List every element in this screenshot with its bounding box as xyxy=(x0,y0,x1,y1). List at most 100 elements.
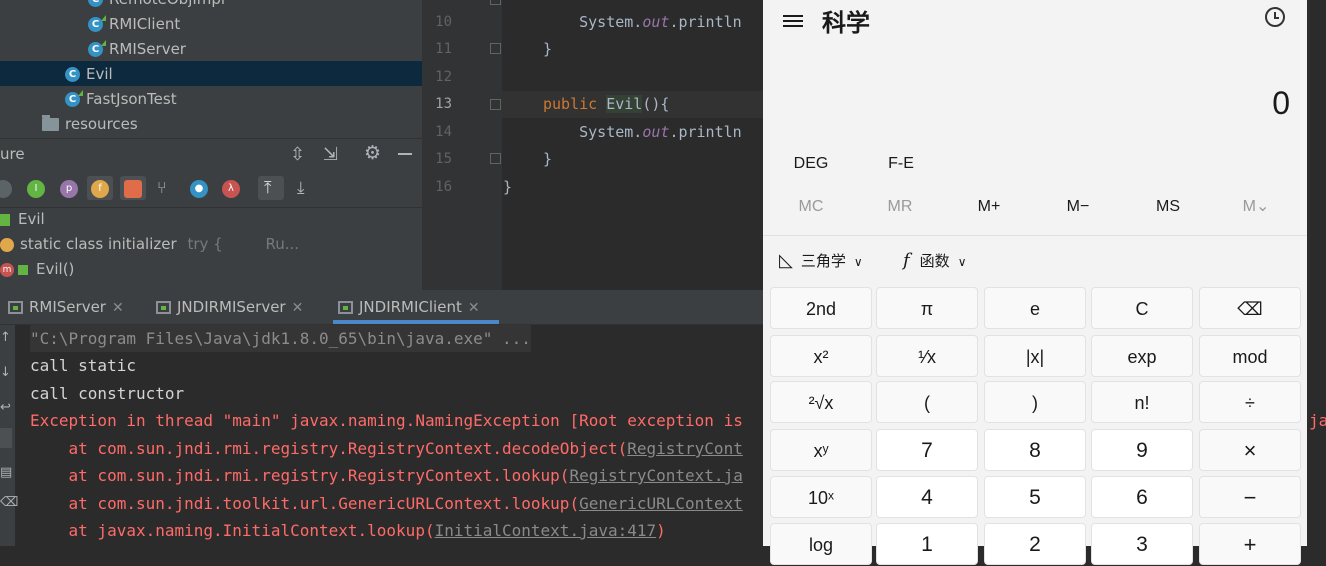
pi-button[interactable]: π xyxy=(876,287,978,329)
scroll-up-icon: ⤒ xyxy=(264,178,272,198)
tree-item-evil[interactable]: C Evil xyxy=(65,62,113,87)
digit-6-button[interactable]: 6 xyxy=(1091,476,1193,518)
source-link[interactable]: RegistryCont xyxy=(627,439,743,458)
scroll-end-toggle[interactable] xyxy=(0,428,12,448)
tree-item-resources[interactable]: resources xyxy=(42,112,138,137)
sort-icon[interactable] xyxy=(0,180,12,198)
structure-item-constructor[interactable]: m Evil() xyxy=(0,257,74,282)
structure-item-static-init[interactable]: static class initializer try { Ru... xyxy=(0,232,299,257)
line-number: 11 xyxy=(435,41,452,57)
digit-8-button[interactable]: 8 xyxy=(984,429,1086,471)
square-button[interactable]: x² xyxy=(770,335,872,377)
close-icon[interactable]: ✕ xyxy=(468,300,480,316)
digit-3-button[interactable]: 3 xyxy=(1091,523,1193,565)
tab-rmiserver[interactable]: RMIServer ✕ xyxy=(8,290,124,324)
properties-icon[interactable]: p xyxy=(60,180,78,198)
log-button[interactable]: log xyxy=(770,523,872,565)
divide-button[interactable]: ÷ xyxy=(1199,381,1301,423)
memory-add-button[interactable]: M+ xyxy=(949,195,1029,219)
digit-1-button[interactable]: 1 xyxy=(876,523,978,565)
close-paren-button[interactable]: ) xyxy=(984,381,1086,423)
anonymous-icon[interactable]: ● xyxy=(190,180,208,198)
power-button[interactable]: xʸ xyxy=(770,429,872,471)
function-dropdown[interactable]: f 函数 ∨ xyxy=(903,250,966,271)
source-link[interactable]: GenericURLContext xyxy=(579,494,743,513)
fold-marker[interactable] xyxy=(490,43,501,54)
print-icon[interactable]: ▤ xyxy=(0,465,12,480)
tree-item-rmiserver[interactable]: C RMIServer xyxy=(88,37,186,62)
up-icon[interactable]: ↑ xyxy=(0,330,11,345)
collapse-all-icon[interactable]: ⇲ xyxy=(323,144,338,165)
console-command-line: "C:\Program Files\Java\jdk1.8.0_65\bin\j… xyxy=(30,325,531,352)
trash-icon[interactable]: ⌫ xyxy=(0,495,18,510)
public-icon xyxy=(18,264,28,275)
memory-list-button[interactable]: M⌄ xyxy=(1216,195,1296,219)
hamburger-menu-icon[interactable] xyxy=(783,12,803,30)
multiply-button[interactable]: × xyxy=(1199,429,1301,471)
open-paren-button[interactable]: ( xyxy=(876,381,978,423)
fold-marker[interactable] xyxy=(490,0,501,5)
source-link[interactable]: RegistryContext.ja xyxy=(569,466,742,485)
second-function-button[interactable]: 2nd xyxy=(770,287,872,329)
digit-2-button[interactable]: 2 xyxy=(984,523,1086,565)
structure-item-evil[interactable]: Evil xyxy=(0,207,45,232)
tree-item-remoteobjimpl[interactable]: CRemoteObjImpl xyxy=(88,0,225,12)
class-icon: C xyxy=(65,90,83,107)
digit-4-button[interactable]: 4 xyxy=(876,476,978,518)
method-icon: m xyxy=(0,262,14,277)
project-tree-panel: CRemoteObjImpl CRMIClient CRMIServer CEv… xyxy=(0,0,422,138)
digit-5-button[interactable]: 5 xyxy=(984,476,1086,518)
class-icon: C xyxy=(88,15,106,32)
tree-item-rmiclient[interactable]: C RMIClient xyxy=(88,12,180,37)
initializer-icon xyxy=(0,237,14,252)
function-icon: f xyxy=(903,250,910,271)
lambda-icon[interactable]: λ xyxy=(222,180,240,198)
close-icon[interactable]: ✕ xyxy=(292,300,304,316)
tab-jndirmiclient[interactable]: JNDIRMIClient ✕ xyxy=(338,290,480,324)
close-icon[interactable]: ✕ xyxy=(112,300,124,316)
fe-button[interactable]: F-E xyxy=(873,152,929,176)
absolute-button[interactable]: |x| xyxy=(984,335,1086,377)
memory-subtract-button[interactable]: M− xyxy=(1038,195,1118,219)
minimize-icon[interactable] xyxy=(398,153,412,155)
hierarchy-icon[interactable]: ⑂ xyxy=(157,178,167,197)
tree-item-fastjsontest[interactable]: C FastJsonTest xyxy=(65,87,177,112)
subtract-button[interactable]: − xyxy=(1199,476,1301,518)
memory-recall-button[interactable]: MR xyxy=(860,195,940,219)
gear-icon[interactable]: ⚙ xyxy=(364,142,381,164)
down-icon[interactable]: ↓ xyxy=(0,365,11,380)
class-icon xyxy=(0,213,10,226)
backspace-button[interactable]: ⌫ xyxy=(1199,287,1301,329)
folder-icon xyxy=(42,115,59,131)
line-number: 10 xyxy=(435,14,452,30)
digit-9-button[interactable]: 9 xyxy=(1091,429,1193,471)
factorial-button[interactable]: n! xyxy=(1091,381,1193,423)
deg-button[interactable]: DEG xyxy=(783,152,839,176)
expand-all-icon[interactable]: ⇳ xyxy=(290,144,305,165)
memory-store-button[interactable]: MS xyxy=(1128,195,1208,219)
scroll-down-icon[interactable]: ⤓ xyxy=(297,178,305,198)
history-icon[interactable] xyxy=(1265,7,1285,27)
memory-clear-button[interactable]: MC xyxy=(771,195,851,219)
fold-marker[interactable] xyxy=(490,153,501,164)
active-tab-indicator xyxy=(333,320,499,324)
console-toolbar: ↑ ↓ ↩ ▤ ⌫ xyxy=(0,325,18,546)
digit-7-button[interactable]: 7 xyxy=(876,429,978,471)
euler-button[interactable]: e xyxy=(984,287,1086,329)
source-link[interactable]: InitialContext.java:417 xyxy=(435,521,657,540)
add-button[interactable]: + xyxy=(1199,523,1301,565)
fold-marker[interactable] xyxy=(490,99,501,110)
mod-button[interactable]: mod xyxy=(1199,335,1301,377)
clear-button[interactable]: C xyxy=(1091,287,1193,329)
tab-jndirmiserver[interactable]: JNDIRMIServer ✕ xyxy=(156,290,303,324)
inherited-icon[interactable]: I xyxy=(27,180,45,198)
reciprocal-button[interactable]: ¹⁄x xyxy=(876,335,978,377)
fields-icon: f xyxy=(91,180,109,198)
class-icon: C xyxy=(88,40,106,57)
triangle-icon: ◺ xyxy=(779,250,793,270)
exp-button[interactable]: exp xyxy=(1091,335,1193,377)
ten-power-button[interactable]: 10ˣ xyxy=(770,476,872,518)
wrap-icon[interactable]: ↩ xyxy=(0,400,11,415)
trig-dropdown[interactable]: ◺ 三角学 ∨ xyxy=(779,250,863,271)
square-root-button[interactable]: ²√x xyxy=(770,381,872,423)
